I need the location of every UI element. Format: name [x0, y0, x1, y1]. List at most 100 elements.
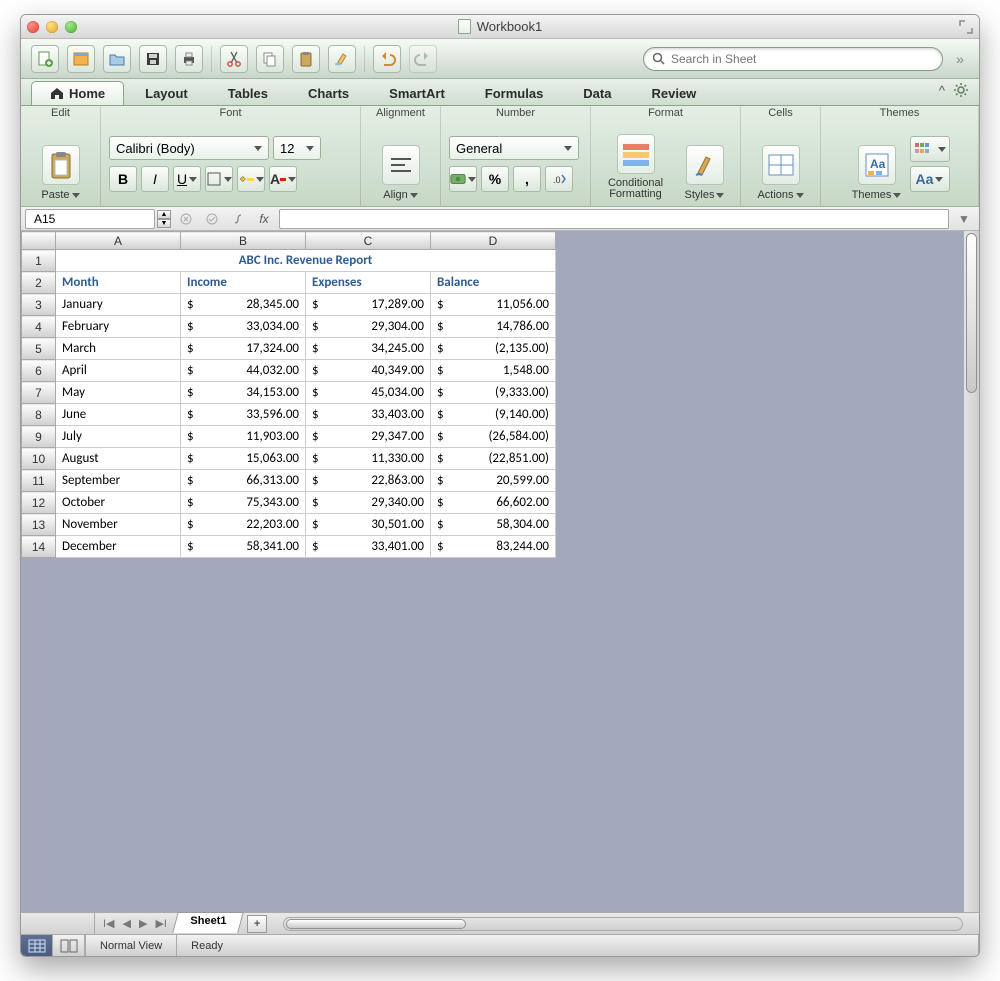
cell[interactable]: $22,863.00: [306, 470, 431, 492]
decimal-buttons[interactable]: .0: [545, 166, 573, 192]
cell[interactable]: $45,034.00: [306, 382, 431, 404]
first-sheet-icon[interactable]: I◀: [103, 917, 115, 930]
cell[interactable]: $11,330.00: [306, 448, 431, 470]
row-header-7[interactable]: 7: [22, 382, 56, 404]
cell[interactable]: $34,153.00: [181, 382, 306, 404]
table-header[interactable]: Income: [181, 272, 306, 294]
cell[interactable]: July: [56, 426, 181, 448]
cell[interactable]: $11,903.00: [181, 426, 306, 448]
cell[interactable]: $75,343.00: [181, 492, 306, 514]
cell[interactable]: $17,324.00: [181, 338, 306, 360]
prev-sheet-icon[interactable]: ◀: [123, 917, 131, 930]
cancel-formula-icon[interactable]: [175, 209, 197, 229]
cell[interactable]: $29,340.00: [306, 492, 431, 514]
actions-button[interactable]: Actions: [754, 127, 808, 201]
bold-button[interactable]: B: [109, 166, 137, 192]
tab-charts[interactable]: Charts: [289, 81, 368, 105]
gear-icon[interactable]: [953, 82, 969, 98]
next-sheet-icon[interactable]: ▶: [139, 917, 147, 930]
table-header[interactable]: Balance: [431, 272, 556, 294]
toolbar-overflow-icon[interactable]: »: [951, 51, 969, 67]
cell[interactable]: $40,349.00: [306, 360, 431, 382]
formula-builder-icon[interactable]: [227, 209, 249, 229]
zoom-window-button[interactable]: [65, 21, 77, 33]
cell[interactable]: $(26,584.00): [431, 426, 556, 448]
tab-layout[interactable]: Layout: [126, 81, 207, 105]
cell[interactable]: $58,341.00: [181, 536, 306, 558]
horizontal-scrollbar[interactable]: [283, 917, 963, 931]
cell[interactable]: $34,245.00: [306, 338, 431, 360]
cell[interactable]: $83,244.00: [431, 536, 556, 558]
row-header-3[interactable]: 3: [22, 294, 56, 316]
table-header[interactable]: Month: [56, 272, 181, 294]
formula-input[interactable]: [279, 209, 949, 229]
row-header-1[interactable]: 1: [22, 250, 56, 272]
tab-tables[interactable]: Tables: [209, 81, 287, 105]
row-header-6[interactable]: 6: [22, 360, 56, 382]
row-header-11[interactable]: 11: [22, 470, 56, 492]
row-header-10[interactable]: 10: [22, 448, 56, 470]
cell[interactable]: $20,599.00: [431, 470, 556, 492]
cell[interactable]: $33,403.00: [306, 404, 431, 426]
expand-formula-bar-icon[interactable]: ▼: [953, 209, 975, 229]
cut-button[interactable]: [220, 45, 248, 73]
redo-button[interactable]: [409, 45, 437, 73]
sheet-tab-sheet1[interactable]: Sheet1: [172, 912, 244, 933]
column-header-B[interactable]: B: [181, 232, 306, 250]
cell[interactable]: $58,304.00: [431, 514, 556, 536]
fullscreen-icon[interactable]: [959, 20, 973, 34]
cell[interactable]: $29,347.00: [306, 426, 431, 448]
currency-button[interactable]: [449, 166, 477, 192]
cell[interactable]: $66,313.00: [181, 470, 306, 492]
theme-colors-button[interactable]: [910, 136, 950, 162]
cell[interactable]: $66,602.00: [431, 492, 556, 514]
last-sheet-icon[interactable]: ▶I: [155, 917, 167, 930]
undo-button[interactable]: [373, 45, 401, 73]
save-button[interactable]: [139, 45, 167, 73]
scrollbar-thumb[interactable]: [966, 233, 977, 393]
cell[interactable]: $44,032.00: [181, 360, 306, 382]
cell[interactable]: September: [56, 470, 181, 492]
percent-button[interactable]: %: [481, 166, 509, 192]
cell[interactable]: $33,034.00: [181, 316, 306, 338]
copy-button[interactable]: [256, 45, 284, 73]
page-layout-view-button[interactable]: [53, 935, 85, 957]
font-name-combo[interactable]: Calibri (Body): [109, 136, 269, 160]
cell[interactable]: $(9,333.00): [431, 382, 556, 404]
name-box-stepper[interactable]: ▲▼: [157, 210, 171, 228]
cell[interactable]: $22,203.00: [181, 514, 306, 536]
grid[interactable]: ABCD1ABC Inc. Revenue Report2MonthIncome…: [21, 231, 556, 912]
add-sheet-button[interactable]: +: [247, 915, 267, 933]
number-format-combo[interactable]: General: [449, 136, 579, 160]
cell[interactable]: April: [56, 360, 181, 382]
comma-button[interactable]: ,: [513, 166, 541, 192]
cell[interactable]: June: [56, 404, 181, 426]
styles-button[interactable]: Styles: [678, 127, 732, 201]
cell[interactable]: January: [56, 294, 181, 316]
cell[interactable]: $28,345.00: [181, 294, 306, 316]
align-button[interactable]: Align: [374, 127, 428, 201]
cell[interactable]: $(9,140.00): [431, 404, 556, 426]
collapse-ribbon-icon[interactable]: ^: [939, 83, 945, 98]
tab-review[interactable]: Review: [632, 81, 715, 105]
row-header-13[interactable]: 13: [22, 514, 56, 536]
column-header-D[interactable]: D: [431, 232, 556, 250]
fx-icon[interactable]: fx: [253, 209, 275, 229]
cell[interactable]: $11,056.00: [431, 294, 556, 316]
name-box[interactable]: A15: [25, 209, 155, 229]
cell[interactable]: $29,304.00: [306, 316, 431, 338]
tab-home[interactable]: Home: [31, 81, 124, 105]
cell[interactable]: March: [56, 338, 181, 360]
cell[interactable]: $17,289.00: [306, 294, 431, 316]
row-header-4[interactable]: 4: [22, 316, 56, 338]
italic-button[interactable]: I: [141, 166, 169, 192]
row-header-14[interactable]: 14: [22, 536, 56, 558]
search-input[interactable]: [671, 52, 934, 66]
search-field[interactable]: [643, 47, 943, 71]
row-header-8[interactable]: 8: [22, 404, 56, 426]
cell[interactable]: November: [56, 514, 181, 536]
row-header-12[interactable]: 12: [22, 492, 56, 514]
cell[interactable]: August: [56, 448, 181, 470]
row-header-5[interactable]: 5: [22, 338, 56, 360]
open-button[interactable]: [103, 45, 131, 73]
